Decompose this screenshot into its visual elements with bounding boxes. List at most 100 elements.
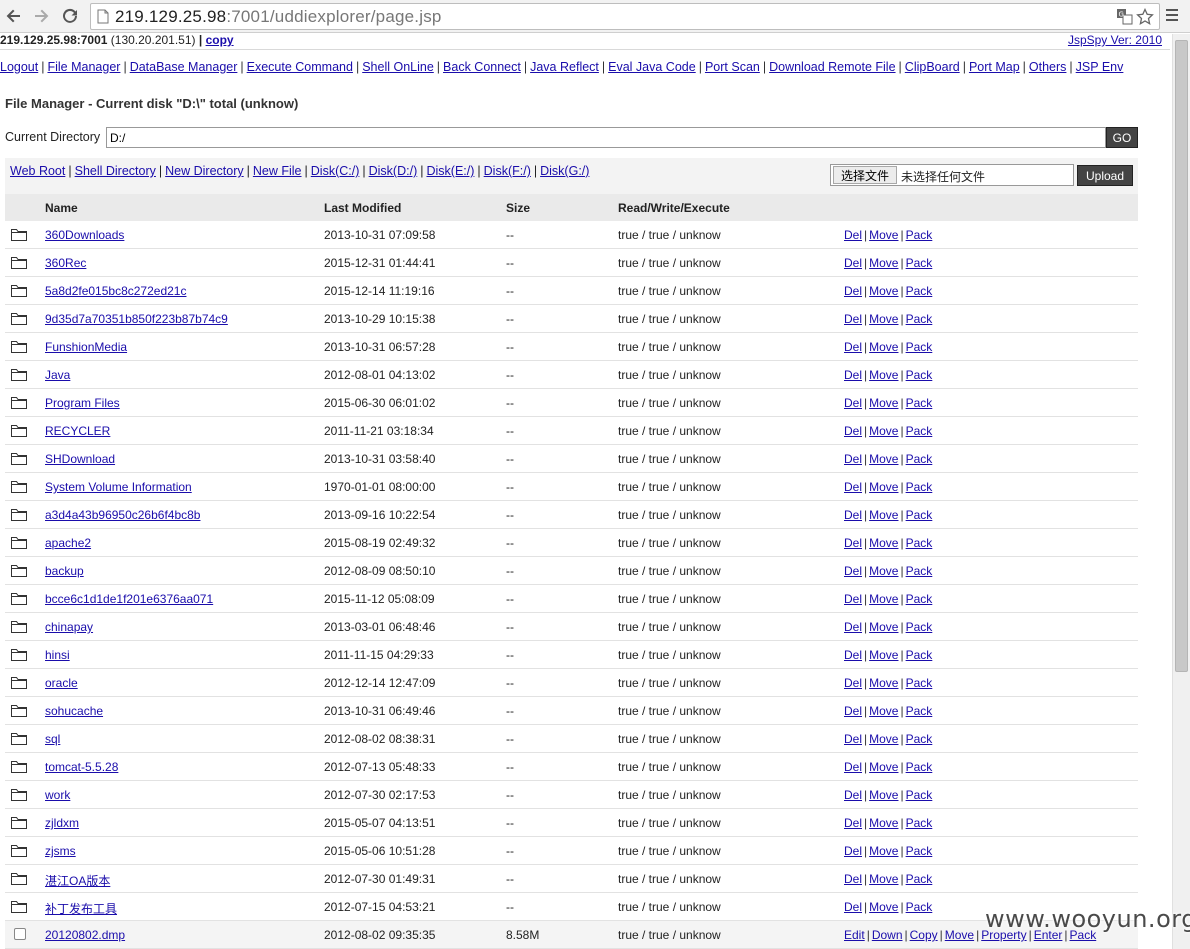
file-name-link[interactable]: bcce6c1d1de1f201e6376aa071 bbox=[45, 592, 213, 606]
del-action-link[interactable]: Del bbox=[844, 816, 862, 830]
move-action-link[interactable]: Move bbox=[869, 368, 898, 382]
del-action-link[interactable]: Del bbox=[844, 480, 862, 494]
file-name-link[interactable]: 20120802.dmp bbox=[45, 928, 125, 942]
del-action-link[interactable]: Del bbox=[844, 648, 862, 662]
del-action-link[interactable]: Del bbox=[844, 844, 862, 858]
toolbar-link-disk-g[interactable]: Disk(G:/) bbox=[540, 164, 589, 178]
move-action-link[interactable]: Move bbox=[869, 844, 898, 858]
file-name-link[interactable]: SHDownload bbox=[45, 452, 115, 466]
move-action-link[interactable]: Move bbox=[869, 872, 898, 886]
file-name-link[interactable]: sohucache bbox=[45, 704, 103, 718]
pack-action-link[interactable]: Pack bbox=[906, 816, 933, 830]
move-action-link[interactable]: Move bbox=[869, 648, 898, 662]
move-action-link[interactable]: Move bbox=[869, 676, 898, 690]
column-header-size[interactable]: Size bbox=[506, 201, 530, 215]
star-icon[interactable] bbox=[1136, 8, 1154, 26]
del-action-link[interactable]: Del bbox=[844, 676, 862, 690]
del-action-link[interactable]: Del bbox=[844, 256, 862, 270]
file-name-link[interactable]: Program Files bbox=[45, 396, 120, 410]
move-action-link[interactable]: Move bbox=[869, 256, 898, 270]
down-action-link[interactable]: Down bbox=[872, 928, 903, 942]
column-header-name[interactable]: Name bbox=[45, 201, 78, 215]
toolbar-link-disk-c[interactable]: Disk(C:/) bbox=[311, 164, 360, 178]
file-name-link[interactable]: tomcat-5.5.28 bbox=[45, 760, 118, 774]
move-action-link[interactable]: Move bbox=[869, 340, 898, 354]
del-action-link[interactable]: Del bbox=[844, 508, 862, 522]
toolbar-link-web-root[interactable]: Web Root bbox=[10, 164, 65, 178]
menu-item-logout[interactable]: Logout bbox=[0, 60, 38, 74]
del-action-link[interactable]: Del bbox=[844, 284, 862, 298]
scrollbar-thumb[interactable] bbox=[1175, 40, 1188, 672]
pack-action-link[interactable]: Pack bbox=[906, 844, 933, 858]
pack-action-link[interactable]: Pack bbox=[906, 676, 933, 690]
file-checkbox[interactable] bbox=[11, 928, 26, 940]
menu-item-database-manager[interactable]: DataBase Manager bbox=[130, 60, 238, 74]
del-action-link[interactable]: Del bbox=[844, 788, 862, 802]
pack-action-link[interactable]: Pack bbox=[906, 592, 933, 606]
menu-item-java-reflect[interactable]: Java Reflect bbox=[530, 60, 599, 74]
upload-file-input[interactable]: 选择文件 未选择任何文件 bbox=[830, 164, 1074, 186]
copy-action-link[interactable]: Copy bbox=[910, 928, 938, 942]
pack-action-link[interactable]: Pack bbox=[906, 256, 933, 270]
file-name-link[interactable]: FunshionMedia bbox=[45, 340, 127, 354]
move-action-link[interactable]: Move bbox=[869, 900, 898, 914]
toolbar-link-shell-directory[interactable]: Shell Directory bbox=[75, 164, 156, 178]
file-name-link[interactable]: System Volume Information bbox=[45, 480, 192, 494]
menu-item-port-scan[interactable]: Port Scan bbox=[705, 60, 760, 74]
file-name-link[interactable]: zjsms bbox=[45, 844, 76, 858]
file-name-link[interactable]: chinapay bbox=[45, 620, 93, 634]
del-action-link[interactable]: Del bbox=[844, 368, 862, 382]
move-action-link[interactable]: Move bbox=[869, 564, 898, 578]
del-action-link[interactable]: Del bbox=[844, 760, 862, 774]
del-action-link[interactable]: Del bbox=[844, 424, 862, 438]
file-name-link[interactable]: zjldxm bbox=[45, 816, 79, 830]
pack-action-link[interactable]: Pack bbox=[906, 648, 933, 662]
menu-item-execute-command[interactable]: Execute Command bbox=[247, 60, 353, 74]
file-name-link[interactable]: 5a8d2fe015bc8c272ed21c bbox=[45, 284, 186, 298]
pack-action-link[interactable]: Pack bbox=[906, 760, 933, 774]
del-action-link[interactable]: Del bbox=[844, 340, 862, 354]
pack-action-link[interactable]: Pack bbox=[906, 452, 933, 466]
move-action-link[interactable]: Move bbox=[869, 760, 898, 774]
move-action-link[interactable]: Move bbox=[869, 452, 898, 466]
menu-item-download-remote-file[interactable]: Download Remote File bbox=[769, 60, 895, 74]
del-action-link[interactable]: Del bbox=[844, 620, 862, 634]
menu-item-jsp-env[interactable]: JSP Env bbox=[1076, 60, 1124, 74]
move-action-link[interactable]: Move bbox=[869, 788, 898, 802]
menu-item-shell-online[interactable]: Shell OnLine bbox=[362, 60, 434, 74]
menu-item-port-map[interactable]: Port Map bbox=[969, 60, 1020, 74]
copy-link[interactable]: copy bbox=[206, 33, 234, 47]
file-name-link[interactable]: RECYCLER bbox=[45, 424, 110, 438]
toolbar-link-disk-d[interactable]: Disk(D:/) bbox=[369, 164, 418, 178]
del-action-link[interactable]: Del bbox=[844, 732, 862, 746]
move-action-link[interactable]: Move bbox=[869, 228, 898, 242]
pack-action-link[interactable]: Pack bbox=[906, 424, 933, 438]
file-name-link[interactable]: work bbox=[45, 788, 70, 802]
upload-button[interactable]: Upload bbox=[1077, 165, 1133, 186]
version-link[interactable]: JspSpy Ver: 2010 bbox=[1068, 33, 1162, 47]
pack-action-link[interactable]: Pack bbox=[906, 732, 933, 746]
pack-action-link[interactable]: Pack bbox=[906, 788, 933, 802]
file-name-link[interactable]: 360Downloads bbox=[45, 228, 124, 242]
move-action-link[interactable]: Move bbox=[869, 816, 898, 830]
file-name-link[interactable]: 补丁发布工具 bbox=[45, 900, 117, 917]
move-action-link[interactable]: Move bbox=[869, 424, 898, 438]
toolbar-link-disk-f[interactable]: Disk(F:/) bbox=[484, 164, 531, 178]
translate-icon[interactable]: G bbox=[1116, 8, 1133, 25]
menu-item-file-manager[interactable]: File Manager bbox=[47, 60, 120, 74]
del-action-link[interactable]: Del bbox=[844, 452, 862, 466]
pack-action-link[interactable]: Pack bbox=[906, 620, 933, 634]
del-action-link[interactable]: Del bbox=[844, 228, 862, 242]
file-name-link[interactable]: a3d4a43b96950c26b6f4bc8b bbox=[45, 508, 200, 522]
chrome-menu-icon[interactable] bbox=[1164, 6, 1180, 24]
toolbar-link-new-directory[interactable]: New Directory bbox=[165, 164, 244, 178]
go-button[interactable]: GO bbox=[1106, 127, 1138, 148]
pack-action-link[interactable]: Pack bbox=[906, 284, 933, 298]
del-action-link[interactable]: Del bbox=[844, 536, 862, 550]
del-action-link[interactable]: Del bbox=[844, 704, 862, 718]
file-name-link[interactable]: 湛江OA版本 bbox=[45, 872, 110, 889]
edit-action-link[interactable]: Edit bbox=[844, 928, 865, 942]
del-action-link[interactable]: Del bbox=[844, 396, 862, 410]
pack-action-link[interactable]: Pack bbox=[906, 396, 933, 410]
del-action-link[interactable]: Del bbox=[844, 592, 862, 606]
